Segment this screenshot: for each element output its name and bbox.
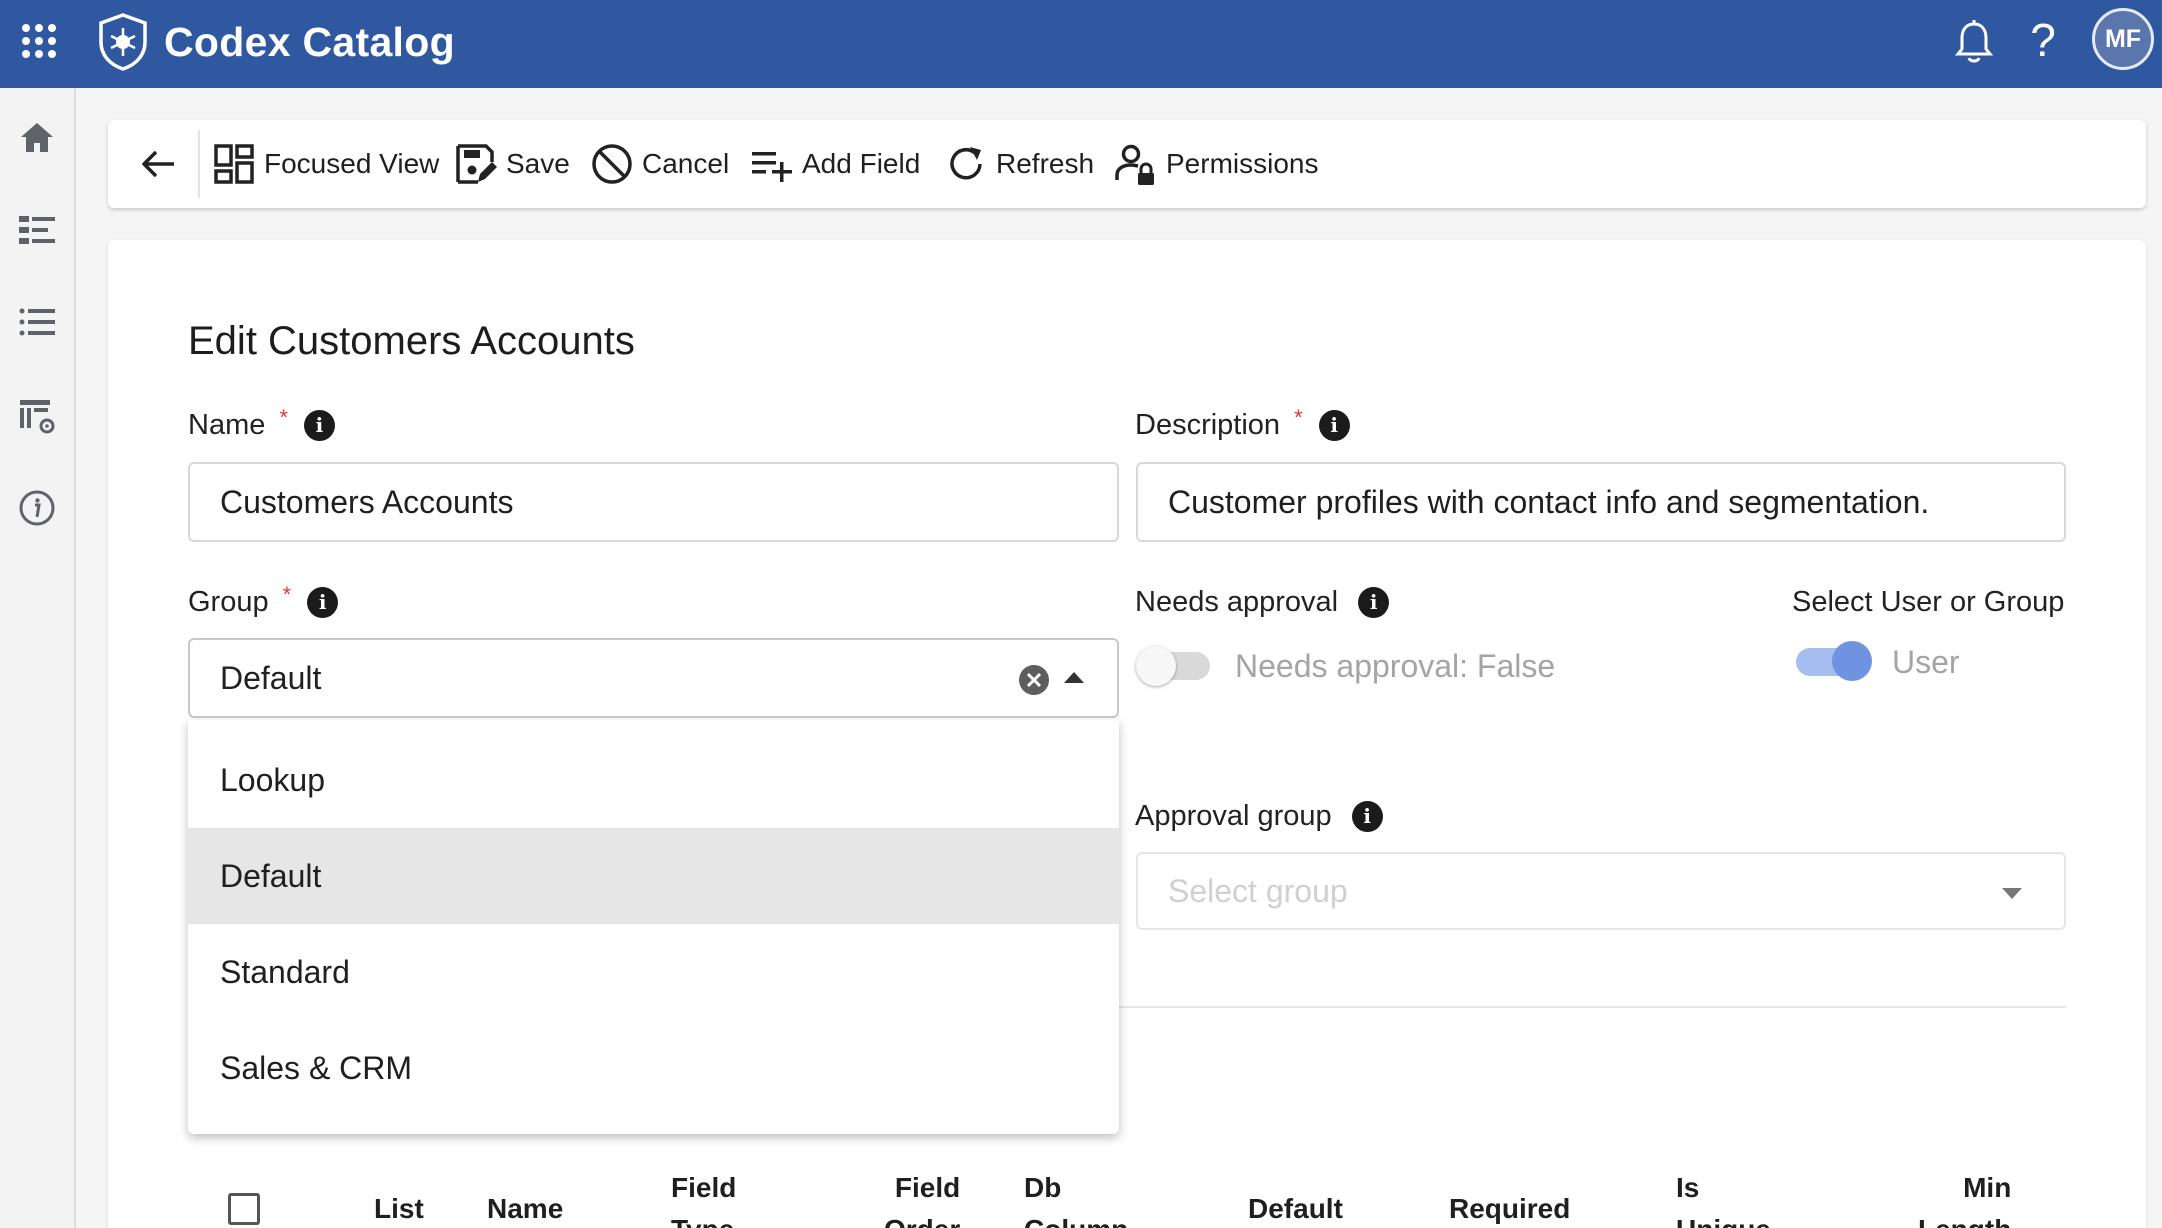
toolbar-divider bbox=[198, 130, 200, 198]
toggle-knob bbox=[1136, 646, 1176, 686]
group-label: Group bbox=[188, 586, 269, 618]
save-edit-icon bbox=[456, 144, 497, 184]
description-label: Description bbox=[1135, 409, 1281, 441]
dropdown-option[interactable]: Lookup bbox=[188, 732, 1119, 828]
approval-group-placeholder: Select group bbox=[1168, 872, 1348, 909]
description-info-icon[interactable]: i bbox=[1318, 409, 1350, 441]
needs-approval-label-row: Needs approval i bbox=[1135, 584, 1390, 620]
column-header-is-unique-line1: Is bbox=[1676, 1172, 1700, 1203]
focused-view-button[interactable]: Focused View bbox=[212, 120, 439, 208]
focused-view-label: Focused View bbox=[264, 148, 440, 179]
shield-logo-icon bbox=[99, 13, 147, 71]
select-user-group-label: Select User or Group bbox=[1792, 586, 2065, 618]
column-header-field-type[interactable]: Field Type bbox=[671, 1167, 736, 1228]
group-select-value: Default bbox=[220, 659, 322, 696]
approval-group-select[interactable]: Select group bbox=[1136, 852, 2066, 930]
refresh-icon bbox=[950, 147, 982, 180]
name-input[interactable]: Customers Accounts bbox=[188, 462, 1119, 542]
column-header-min-length-line2: Length bbox=[1918, 1209, 2011, 1228]
name-label: Name bbox=[188, 409, 266, 441]
catalog-list-icon[interactable] bbox=[17, 210, 57, 250]
description-label-row: Description * i bbox=[1135, 405, 1350, 443]
column-header-db-column[interactable]: Db Column bbox=[1024, 1167, 1128, 1228]
approval-group-label-row: Approval group i bbox=[1135, 798, 1383, 834]
refresh-label: Refresh bbox=[996, 148, 1095, 179]
user-avatar[interactable]: MF bbox=[2092, 8, 2154, 70]
toggle-knob bbox=[1832, 641, 1872, 681]
column-header-field-order-line2: Order bbox=[884, 1209, 960, 1228]
save-button[interactable]: Save bbox=[454, 120, 570, 208]
clear-selection-icon[interactable] bbox=[1018, 664, 1050, 696]
column-header-db-column-line2: Column bbox=[1024, 1209, 1128, 1228]
approval-group-info-icon[interactable]: i bbox=[1351, 800, 1383, 832]
column-header-name[interactable]: Name bbox=[487, 1188, 563, 1228]
needs-approval-info-icon[interactable]: i bbox=[1358, 586, 1390, 618]
permissions-label: Permissions bbox=[1166, 148, 1319, 179]
group-select[interactable]: Default bbox=[188, 638, 1119, 718]
column-header-field-order-line1: Field bbox=[894, 1172, 961, 1203]
cancel-circle-slash-icon bbox=[592, 144, 632, 184]
dashboard-grid-icon bbox=[214, 144, 254, 184]
needs-approval-status: Needs approval: False bbox=[1235, 648, 1556, 684]
required-asterisk: * bbox=[1294, 405, 1303, 430]
add-field-label: Add Field bbox=[802, 148, 921, 179]
add-list-icon bbox=[752, 152, 792, 182]
column-header-min-length[interactable]: Min Length bbox=[1918, 1167, 2011, 1228]
page-title: Edit Customers Accounts bbox=[188, 319, 635, 363]
column-header-required[interactable]: Required bbox=[1449, 1188, 1570, 1228]
notifications-bell-icon[interactable] bbox=[1952, 18, 1996, 66]
apps-grid-icon[interactable] bbox=[18, 20, 56, 58]
column-header-db-column-line1: Db bbox=[1024, 1172, 1062, 1203]
info-circle-icon[interactable] bbox=[17, 488, 57, 528]
approval-group-label: Approval group bbox=[1135, 800, 1332, 832]
dropdown-option[interactable]: Standard bbox=[188, 924, 1119, 1020]
needs-approval-label: Needs approval bbox=[1135, 586, 1339, 618]
help-icon[interactable]: ? bbox=[2022, 12, 2064, 68]
cancel-button[interactable]: Cancel bbox=[590, 120, 729, 208]
column-header-field-order[interactable]: Field Order bbox=[884, 1167, 960, 1228]
name-info-icon[interactable]: i bbox=[303, 409, 335, 441]
column-header-default[interactable]: Default bbox=[1248, 1188, 1343, 1228]
table-settings-icon[interactable] bbox=[17, 396, 57, 436]
chevron-down-icon[interactable] bbox=[2002, 888, 2022, 899]
group-label-row: Group * i bbox=[188, 582, 339, 620]
dropdown-option[interactable]: Sales & CRM bbox=[188, 1020, 1119, 1116]
chevron-up-icon[interactable] bbox=[1064, 672, 1084, 683]
name-label-row: Name * i bbox=[188, 405, 335, 443]
user-lock-icon bbox=[1115, 144, 1154, 185]
column-header-field-type-line2: Type bbox=[671, 1209, 736, 1228]
app-title: Codex Catalog bbox=[164, 19, 455, 65]
dropdown-option-selected[interactable]: Default bbox=[188, 828, 1119, 924]
action-toolbar: Focused View Save Cancel Add Field Refre… bbox=[108, 120, 2146, 208]
column-header-list[interactable]: List bbox=[374, 1188, 424, 1228]
select-all-checkbox[interactable] bbox=[228, 1193, 260, 1225]
side-navigation bbox=[0, 88, 76, 1228]
required-asterisk: * bbox=[282, 582, 292, 607]
column-header-field-type-line1: Field bbox=[671, 1172, 737, 1203]
column-header-is-unique[interactable]: Is Unique bbox=[1676, 1167, 1771, 1228]
column-header-is-unique-line2: Unique bbox=[1676, 1209, 1771, 1228]
save-label: Save bbox=[506, 148, 570, 179]
required-asterisk: * bbox=[279, 405, 288, 430]
bulleted-list-icon[interactable] bbox=[17, 302, 57, 342]
cancel-label: Cancel bbox=[642, 148, 730, 179]
home-icon[interactable] bbox=[17, 118, 57, 158]
top-app-bar: Codex Catalog ? MF bbox=[0, 0, 2162, 88]
refresh-button[interactable]: Refresh bbox=[944, 120, 1094, 208]
section-divider bbox=[1119, 1006, 2066, 1008]
group-info-icon[interactable]: i bbox=[307, 586, 339, 618]
user-group-toggle-value: User bbox=[1892, 644, 1960, 680]
column-header-min-length-line1: Min bbox=[1963, 1172, 2012, 1203]
permissions-button[interactable]: Permissions bbox=[1114, 120, 1318, 208]
add-field-button[interactable]: Add Field bbox=[750, 120, 920, 208]
description-input[interactable]: Customer profiles with contact info and … bbox=[1136, 462, 2066, 542]
group-dropdown-menu: Lookup Default Standard Sales & CRM bbox=[188, 720, 1119, 1134]
back-arrow-icon[interactable] bbox=[134, 142, 182, 186]
